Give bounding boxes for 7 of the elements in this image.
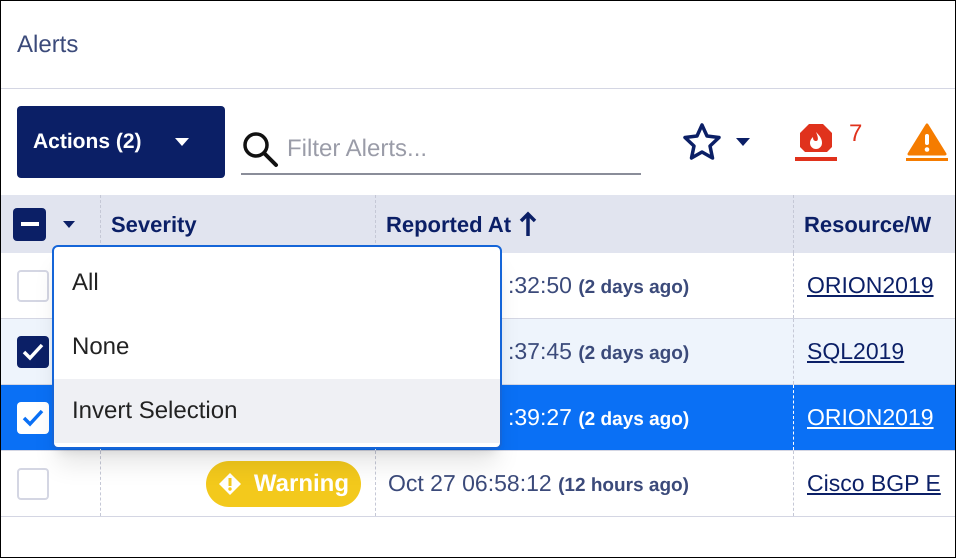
alert-count: 7 [849,122,862,146]
page-title: Alerts [17,30,78,60]
reported-time: :39:27 (2 days ago) [508,403,690,432]
reported-time: Oct 27 06:58:12 (12 hours ago) [388,469,689,498]
severity-badge: Warning [206,460,361,506]
reported-time: :37:45 (2 days ago) [508,337,690,366]
reported-time: :32:50 (2 days ago) [508,271,690,300]
